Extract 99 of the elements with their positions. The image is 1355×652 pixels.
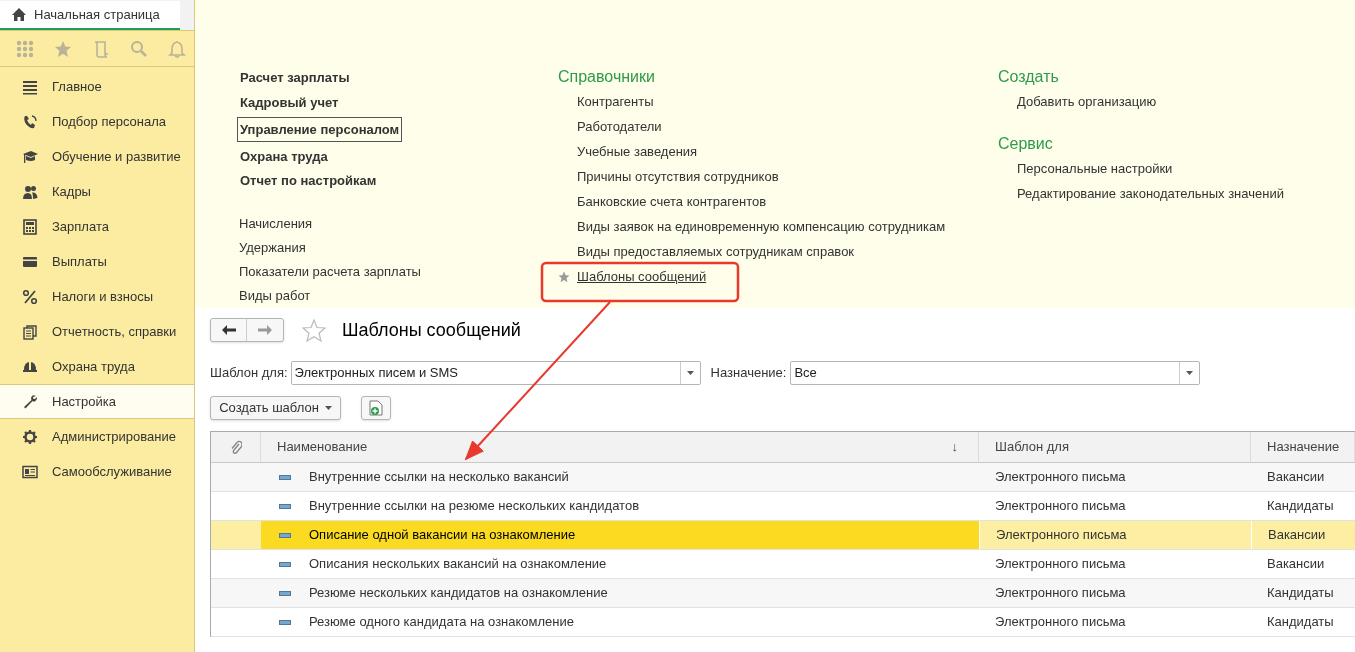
star-icon xyxy=(54,39,72,58)
table-cell-text: Электронного письма xyxy=(994,497,1127,516)
select-field[interactable]: Все xyxy=(790,361,1201,385)
command-link[interactable]: Расчет зарплаты xyxy=(239,66,351,91)
sidebar-item[interactable]: Подбор персонала xyxy=(0,104,194,139)
navigation-buttons[interactable] xyxy=(210,318,284,342)
group-heading: Создать xyxy=(998,67,1059,84)
command-link[interactable]: Виды предоставляемых сотрудникам справок xyxy=(577,241,855,262)
add-file-button[interactable] xyxy=(361,396,391,420)
star-outline-icon xyxy=(302,318,326,342)
table-cell: Электронного письма xyxy=(979,521,1251,549)
sidebar-item[interactable]: Обучение и развитие xyxy=(0,139,194,174)
graduation-cap-icon xyxy=(22,148,38,165)
command-link[interactable]: Добавить организацию xyxy=(1017,91,1157,112)
table-cell-text: Электронного письма xyxy=(994,555,1127,574)
command-link[interactable]: Кадровый учет xyxy=(239,90,340,115)
table-row[interactable]: Внутренние ссылки на несколько вакансий Электронного письма Вакансии xyxy=(211,463,1355,492)
wrench-icon xyxy=(22,393,38,410)
table-cell: Внутренние ссылки на несколько вакансий xyxy=(261,463,979,491)
search-icon xyxy=(130,39,148,58)
command-link[interactable]: Работодатели xyxy=(577,116,662,137)
column-header[interactable]: Назначение xyxy=(1251,432,1355,462)
sidebar-item[interactable]: Настройка xyxy=(0,384,194,419)
table-cell: Внутренние ссылки на резюме нескольких кандидатов xyxy=(261,492,979,520)
sidebar-item[interactable]: Кадры xyxy=(0,174,194,209)
command-link[interactable]: Учебные заведения xyxy=(577,141,698,162)
filter-label: Назначение: xyxy=(710,364,787,383)
table-cell-text: Кандидаты xyxy=(1266,497,1335,516)
command-link[interactable]: Шаблоны сообщений xyxy=(577,266,707,287)
menu-icon xyxy=(22,78,38,95)
people-icon xyxy=(22,183,38,200)
table-cell-text: Кандидаты xyxy=(1266,613,1335,632)
item-icon xyxy=(279,532,291,538)
command-link[interactable]: Персональные настройки xyxy=(1017,158,1173,179)
command-link[interactable]: Начисления xyxy=(239,211,313,236)
sidebar-item[interactable]: Администрирование xyxy=(0,419,194,454)
group-heading: Справочники xyxy=(558,67,655,84)
item-icon xyxy=(279,503,291,509)
item-icon xyxy=(279,590,291,596)
command-link[interactable]: Причины отсутствия сотрудников xyxy=(577,166,779,187)
calculator-icon xyxy=(22,218,38,235)
command-link[interactable]: Редактирование законодательных значений xyxy=(1017,183,1284,204)
sidebar-item[interactable]: Самообслуживание xyxy=(0,454,194,489)
table-cell: Описания нескольких вакансий на ознакомление xyxy=(261,550,979,578)
select-field[interactable]: Электронных писем и SMS xyxy=(290,361,701,385)
command-link[interactable]: Виды работ xyxy=(239,283,311,308)
command-link[interactable]: Отчет по настройкам xyxy=(239,168,378,193)
home-icon xyxy=(12,8,26,21)
table-cell-text: Вакансии xyxy=(1266,555,1326,574)
create-template-button[interactable]: Создать шаблон xyxy=(210,396,341,420)
sidebar-item[interactable]: Выплаты xyxy=(0,244,194,279)
table-cell: Резюме одного кандидата на ознакомление xyxy=(261,608,979,636)
bell-icon xyxy=(168,39,186,58)
percent-icon xyxy=(22,288,38,305)
item-icon xyxy=(279,474,291,480)
form-title: Шаблоны сообщений xyxy=(342,318,521,342)
table-cell-text: Электронного письма xyxy=(994,613,1127,632)
scroll-icon xyxy=(92,39,110,58)
apps-grid-icon xyxy=(16,39,34,58)
item-icon xyxy=(279,561,291,567)
sidebar-item[interactable]: Налоги и взносы xyxy=(0,279,194,314)
paperclip-icon xyxy=(229,440,242,454)
tab[interactable]: Начальная страница xyxy=(0,1,180,30)
item-icon xyxy=(279,619,291,625)
gear-icon xyxy=(22,428,38,445)
sidebar-item[interactable]: Зарплата xyxy=(0,209,194,244)
phone-icon xyxy=(22,113,38,130)
command-link[interactable]: Банковские счета контрагентов xyxy=(577,191,767,212)
forward-arrow-icon xyxy=(258,325,272,335)
column-header[interactable]: Шаблон для xyxy=(979,432,1251,462)
table-cell-text: Кандидаты xyxy=(1266,584,1335,603)
sidebar-item[interactable]: Главное xyxy=(0,69,194,104)
id-card-icon xyxy=(22,463,38,480)
table-cell: Описание одной вакансии на ознакомление xyxy=(261,521,979,549)
command-link[interactable]: Удержания xyxy=(239,235,306,260)
command-link[interactable]: Показатели расчета зарплаты xyxy=(239,259,421,284)
table-row[interactable]: Резюме нескольких кандидатов на ознакомление Электронного письма Кандидаты xyxy=(211,579,1355,608)
dropdown-icon xyxy=(686,371,694,375)
dropdown-icon xyxy=(1186,371,1194,375)
command-link[interactable]: Виды заявок на единовременную компенсацию сотрудникам xyxy=(577,216,946,237)
add-document-icon xyxy=(369,400,383,416)
table-row[interactable]: Описание одной вакансии на ознакомление Электронного письма Вакансии xyxy=(211,521,1355,550)
sidebar-item[interactable]: Отчетность, справки xyxy=(0,314,194,349)
table-cell: Вакансии xyxy=(1251,521,1355,549)
table-cell-text: Электронного письма xyxy=(994,468,1127,487)
table-cell: Резюме нескольких кандидатов на ознакомление xyxy=(261,579,979,607)
documents-icon xyxy=(22,323,38,340)
table-cell-text: Электронного письма xyxy=(994,584,1127,603)
command-link[interactable]: Управление персоналом xyxy=(237,117,403,142)
caret-icon xyxy=(324,406,332,410)
column-header[interactable]: Наименование ↓ xyxy=(261,432,979,462)
group-heading: Сервис xyxy=(998,134,1053,151)
back-arrow-icon xyxy=(221,325,236,335)
sort-indicator: ↓ xyxy=(951,438,958,457)
filter-label: Шаблон для: xyxy=(210,364,288,383)
table-cell-text: Вакансии xyxy=(1266,468,1326,487)
command-link[interactable]: Охрана труда xyxy=(239,144,329,169)
command-link[interactable]: Контрагенты xyxy=(577,91,654,112)
sidebar-item[interactable]: Охрана труда xyxy=(0,349,194,384)
